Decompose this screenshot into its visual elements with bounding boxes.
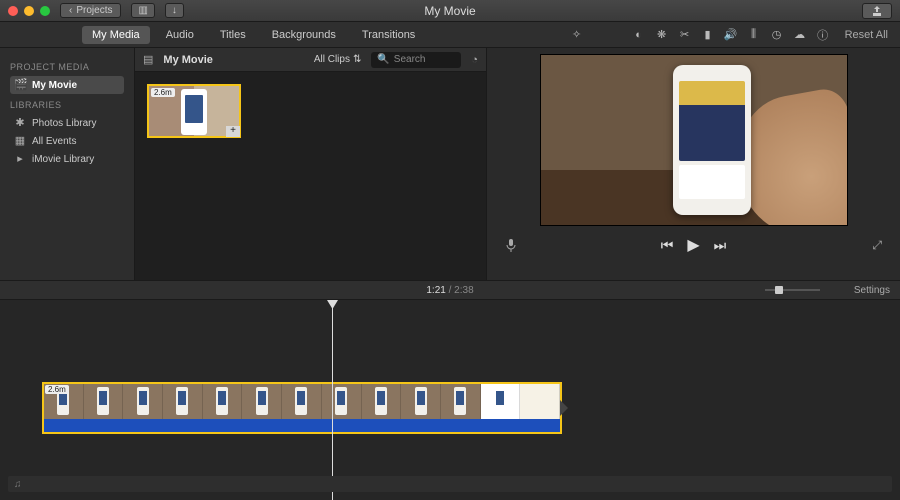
browser-toolbar: ▤ My Movie All Clips ⇅ 🔍 Search ◔ (135, 48, 486, 72)
filmstrip: 2.6m (44, 384, 560, 419)
grid-icon: ▦ (14, 135, 26, 147)
frame-thumb (362, 384, 402, 419)
back-label: Projects (76, 5, 112, 16)
frame-thumb (401, 384, 441, 419)
frame-thumb (84, 384, 124, 419)
settings-button[interactable]: Settings (854, 285, 890, 296)
play-button[interactable]: ▶ (687, 235, 699, 255)
fullscreen-button[interactable]: ⤢ (872, 238, 882, 253)
clips-filter-label: All Clips (314, 54, 350, 65)
clip-thumbnail[interactable]: 2.6m + (147, 84, 241, 138)
time-ruler: 1:21 / 2:38 Settings (0, 280, 900, 300)
clip-duration-badge: 2.6m (151, 88, 175, 97)
reset-all-button[interactable]: Reset All (845, 29, 888, 41)
video-preview[interactable] (540, 54, 848, 226)
list-view-icon[interactable]: ▤ (143, 53, 153, 66)
chevron-left-icon: ‹ (69, 5, 72, 16)
frame-thumb (441, 384, 481, 419)
frame-thumb (282, 384, 322, 419)
prev-frame-button[interactable]: ⏮ (661, 237, 674, 254)
fullscreen-window-button[interactable] (40, 6, 50, 16)
frame-thumb (242, 384, 282, 419)
upper-workspace: PROJECT MEDIA 🎬 My Movie LIBRARIES ✱ Pho… (0, 48, 900, 280)
sidebar-item-label: All Events (32, 136, 76, 147)
frame-thumb (520, 384, 560, 419)
frame-thumb (481, 384, 521, 419)
playhead[interactable] (332, 300, 333, 500)
filter-icon[interactable]: ☁ (793, 28, 807, 42)
disclosure-triangle-icon: ▸ (14, 153, 26, 165)
timeline-clip-duration-badge: 2.6m (45, 385, 69, 394)
sidebar-item-photos[interactable]: ✱ Photos Library (10, 114, 124, 132)
transport-controls: ⏮ ▶ ⏭ ⤢ (499, 230, 888, 260)
timecode-toggle-icon[interactable]: ◔ (471, 54, 478, 66)
viewer-panel: ⏮ ▶ ⏭ ⤢ (487, 48, 900, 280)
back-to-projects-button[interactable]: ‹ Projects (60, 3, 121, 18)
background-music-track[interactable]: ♫ (8, 476, 892, 492)
grid-icon: ▥ (138, 5, 147, 16)
frame-thumb (123, 384, 163, 419)
minimize-window-button[interactable] (24, 6, 34, 16)
viewer-toolbar: ✧ ◐ ❋ ✂ ▮ 🔊 ⫼ ◷ ☁ ⓘ Reset All (570, 28, 888, 42)
music-note-icon: ♫ (14, 479, 22, 490)
crop-icon[interactable]: ✂ (678, 28, 692, 42)
close-window-button[interactable] (8, 6, 18, 16)
clip-preview-image (181, 89, 207, 135)
titlebar: ‹ Projects ▥ ↓ My Movie (0, 0, 900, 22)
timeline[interactable]: 2.6m ♫ (0, 300, 900, 500)
search-placeholder: Search (394, 54, 426, 65)
sidebar-item-project[interactable]: 🎬 My Movie (10, 76, 124, 94)
zoom-slider[interactable] (765, 289, 820, 291)
current-time: 1:21 (426, 285, 445, 296)
tab-transitions[interactable]: Transitions (352, 26, 425, 44)
sidebar-item-label: Photos Library (32, 118, 96, 129)
add-clip-button[interactable]: + (226, 126, 240, 137)
voiceover-mic-button[interactable] (505, 238, 517, 252)
sidebar-item-imovie-library[interactable]: ▸ iMovie Library (10, 150, 124, 168)
sidebar-item-label: My Movie (32, 80, 77, 91)
sidebar-item-all-events[interactable]: ▦ All Events (10, 132, 124, 150)
sidebar: PROJECT MEDIA 🎬 My Movie LIBRARIES ✱ Pho… (0, 48, 135, 280)
total-time: 2:38 (454, 285, 473, 296)
sidebar-item-label: iMovie Library (32, 154, 94, 165)
window-title: My Movie (424, 4, 475, 18)
sidebar-header-project: PROJECT MEDIA (10, 62, 124, 72)
download-arrow-icon: ↓ (172, 5, 177, 16)
sidebar-header-libraries: LIBRARIES (10, 100, 124, 110)
preview-phone (673, 65, 751, 215)
search-input[interactable]: 🔍 Search (371, 52, 461, 68)
window-controls (8, 6, 50, 16)
tab-titles[interactable]: Titles (210, 26, 256, 44)
timeline-clip[interactable]: 2.6m (42, 382, 562, 434)
library-view-button[interactable]: ▥ (131, 3, 154, 18)
noise-equalizer-icon[interactable]: ⫼ (747, 28, 761, 42)
tab-audio[interactable]: Audio (156, 26, 204, 44)
flower-icon: ✱ (14, 117, 26, 129)
next-frame-button[interactable]: ⏭ (714, 237, 727, 254)
top-tabs-row: My Media Audio Titles Backgrounds Transi… (0, 22, 900, 48)
tab-backgrounds[interactable]: Backgrounds (262, 26, 346, 44)
speed-icon[interactable]: ◷ (770, 28, 784, 42)
clips-filter-dropdown[interactable]: All Clips ⇅ (314, 54, 362, 65)
media-browser: ▤ My Movie All Clips ⇅ 🔍 Search ◔ 2.6m + (135, 48, 487, 280)
share-button[interactable] (862, 3, 892, 19)
frame-thumb (322, 384, 362, 419)
time-display: 1:21 / 2:38 (426, 285, 473, 296)
search-icon: 🔍 (377, 54, 389, 65)
volume-icon[interactable]: 🔊 (724, 28, 738, 42)
info-icon[interactable]: ⓘ (816, 28, 830, 42)
color-balance-icon[interactable]: ◐ (632, 28, 646, 42)
clip-audio-track[interactable] (44, 419, 560, 432)
clapper-icon: 🎬 (14, 79, 26, 91)
color-correction-icon[interactable]: ❋ (655, 28, 669, 42)
tab-my-media[interactable]: My Media (82, 26, 150, 44)
enhance-wand-icon[interactable]: ✧ (570, 28, 584, 42)
share-icon (871, 5, 883, 17)
stabilization-icon[interactable]: ▮ (701, 28, 715, 42)
frame-thumb (163, 384, 203, 419)
import-button[interactable]: ↓ (165, 3, 184, 18)
frame-thumb (203, 384, 243, 419)
chevron-updown-icon: ⇅ (353, 54, 361, 65)
browser-project-name: My Movie (163, 54, 213, 66)
